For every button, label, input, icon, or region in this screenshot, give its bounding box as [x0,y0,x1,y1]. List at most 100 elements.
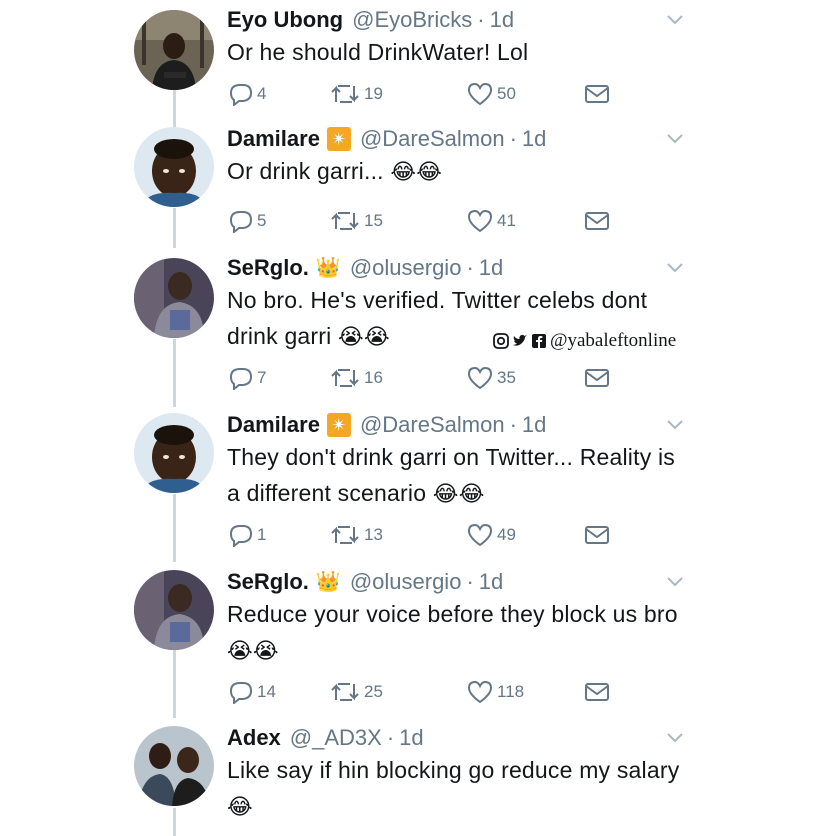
chevron-down-icon[interactable] [666,417,684,431]
reply-icon [229,211,253,233]
tweet-text: Like say if hin blocking go reduce my sa… [227,752,687,825]
timestamp[interactable]: 1d [522,408,546,442]
tweet-actions: 5 15 41 [227,207,627,235]
tweet-text-content: Reduce your voice before they block us b… [227,601,678,627]
like-count: 49 [497,525,516,544]
chevron-down-icon[interactable] [666,730,684,744]
like-count: 118 [497,682,525,701]
user-handle[interactable]: @DareSalmon [360,408,505,442]
retweet-icon [331,85,359,103]
reply-icon [229,84,253,106]
tweet[interactable]: Damilare ✴ @DareSalmon · 1d They don't d… [0,405,836,562]
tweet-header: Damilare ✴ @DareSalmon · 1d [227,122,546,156]
crown-icon: 👑 [315,257,341,279]
chevron-down-icon[interactable] [666,574,684,588]
like-count: 50 [497,84,516,103]
reply-button[interactable]: 7 [227,364,266,392]
reply-icon [229,682,253,704]
display-name[interactable]: Damilare [227,122,320,156]
reply-button[interactable]: 14 [227,678,276,706]
reply-icon [229,368,253,390]
tweet-text: Or he should DrinkWater! Lol [227,34,687,70]
tweet-header: SeRglo. 👑 @olusergio · 1d [227,251,503,285]
user-handle[interactable]: @olusergio [350,251,462,285]
like-button[interactable]: 35 [467,364,516,392]
direct-message-button[interactable] [584,364,610,392]
user-handle[interactable]: @EyoBricks [352,3,472,37]
retweet-count: 13 [364,525,383,544]
tweet-header: Adex @_AD3X · 1d [227,721,424,755]
user-handle[interactable]: @olusergio [350,565,462,599]
user-handle[interactable]: @DareSalmon [360,122,505,156]
user-handle[interactable]: @_AD3X [290,721,382,755]
like-button[interactable]: 50 [467,80,516,108]
tweet-text: They don't drink garri on Twitter... Rea… [227,439,687,512]
laughing-emoji: 😂😂 [390,159,443,184]
chevron-down-icon[interactable] [666,131,684,145]
timestamp[interactable]: 1d [399,721,423,755]
avatar[interactable] [134,258,214,338]
heart-icon [467,209,493,233]
display-name[interactable]: SeRglo. [227,251,309,285]
direct-message-button[interactable] [584,521,610,549]
retweet-icon [331,212,359,230]
separator-dot: · [509,412,517,437]
avatar[interactable] [134,10,214,90]
retweet-icon [331,683,359,701]
avatar[interactable] [134,413,214,493]
tweet-actions: 1 13 49 [227,521,627,549]
display-name[interactable]: Eyo Ubong [227,3,343,37]
separator-dot: · [386,725,395,750]
avatar[interactable] [134,127,214,207]
direct-message-button[interactable] [584,207,610,235]
tweet-header: SeRglo. 👑 @olusergio · 1d [227,565,503,599]
tweet-actions: 14 25 118 [227,678,627,706]
laughing-emoji: 😂 [227,794,253,819]
timestamp[interactable]: 1d [522,122,546,156]
retweet-button[interactable]: 16 [330,364,383,392]
tweet[interactable]: Adex @_AD3X · 1d Like say if hin blockin… [0,718,836,836]
display-name[interactable]: Adex [227,721,281,755]
reply-button[interactable]: 4 [227,80,266,108]
heart-icon [467,366,493,390]
envelope-icon [585,526,609,544]
envelope-icon [585,212,609,230]
display-name[interactable]: SeRglo. [227,565,309,599]
twitter-bird-icon [513,334,527,346]
avatar[interactable] [134,570,214,650]
timestamp[interactable]: 1d [479,565,503,599]
like-button[interactable]: 49 [467,521,516,549]
tweet[interactable]: SeRglo. 👑 @olusergio · 1d No bro. He's v… [0,248,836,405]
reply-count: 5 [257,211,267,230]
retweet-button[interactable]: 15 [330,207,383,235]
direct-message-button[interactable] [584,678,610,706]
reply-count: 4 [257,84,267,103]
retweet-icon [331,369,359,387]
separator-dot: · [466,569,474,594]
retweet-button[interactable]: 25 [330,678,383,706]
like-button[interactable]: 118 [467,678,524,706]
timestamp[interactable]: 1d [479,251,503,285]
like-button[interactable]: 41 [467,207,516,235]
retweet-count: 19 [364,84,383,103]
reply-count: 1 [257,525,267,544]
display-name[interactable]: Damilare [227,408,320,442]
envelope-icon [585,369,609,387]
retweet-count: 16 [364,368,383,387]
chevron-down-icon[interactable] [666,260,684,274]
reply-button[interactable]: 5 [227,207,266,235]
tweet[interactable]: SeRglo. 👑 @olusergio · 1d Reduce your vo… [0,562,836,719]
avatar[interactable] [134,726,214,806]
retweet-button[interactable]: 19 [330,80,383,108]
reply-count: 7 [257,368,267,387]
retweet-button[interactable]: 13 [330,521,383,549]
tweet-text-content: Or he should DrinkWater! Lol [227,39,529,65]
tweet-text-content: Or drink garri... [227,158,391,184]
like-count: 35 [497,368,516,387]
crying-emoji: 😭😭 [338,324,390,349]
timestamp[interactable]: 1d [490,3,514,37]
separator-dot: · [477,7,485,32]
direct-message-button[interactable] [584,80,610,108]
reply-button[interactable]: 1 [227,521,266,549]
chevron-down-icon[interactable] [666,12,684,26]
